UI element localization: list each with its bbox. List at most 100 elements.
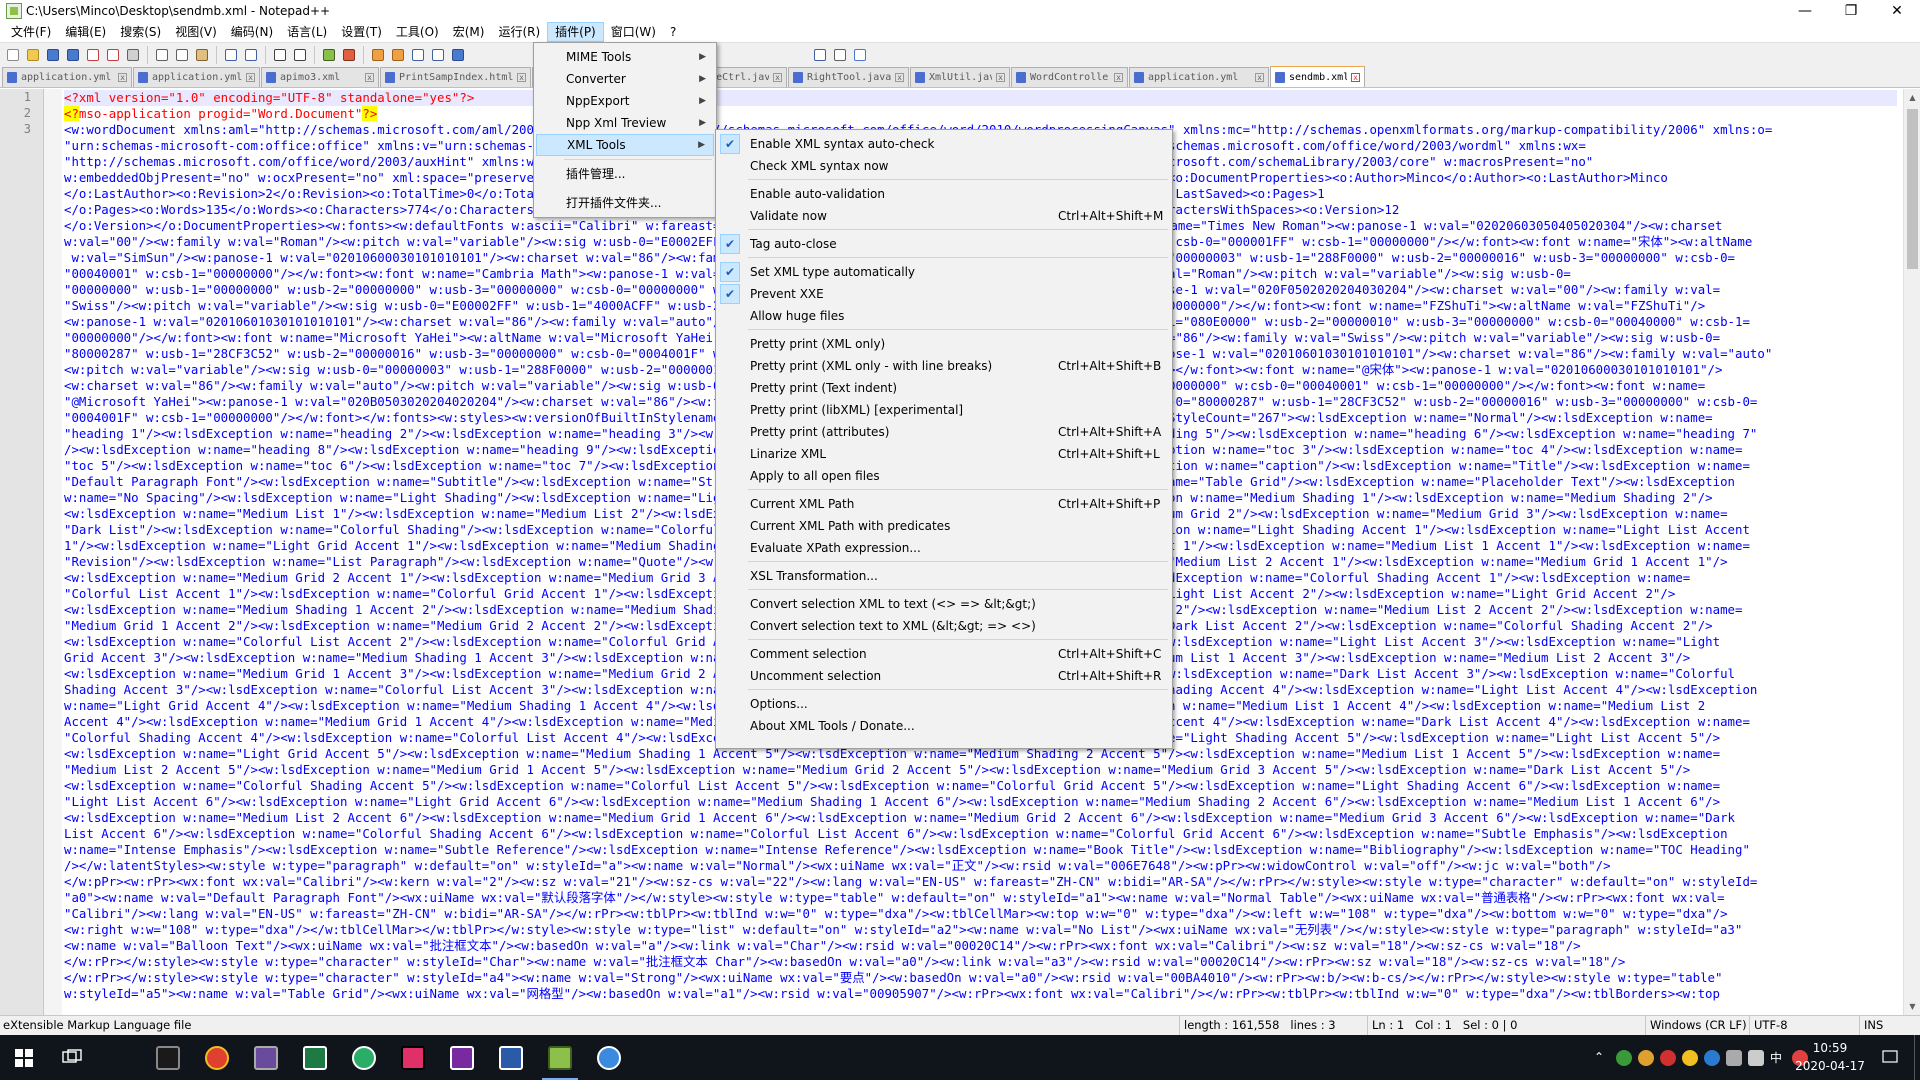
undo-icon[interactable]	[222, 46, 240, 64]
save-all-icon[interactable]	[64, 46, 82, 64]
scroll-down-icon[interactable]: ▼	[1904, 998, 1920, 1015]
redo-icon[interactable]	[242, 46, 260, 64]
show-hidden-icons-icon[interactable]: ⌃	[1594, 1050, 1610, 1066]
tab-close-icon[interactable]: x	[1351, 72, 1360, 82]
xml-menu-item[interactable]: ✔ Enable XML syntax auto-check	[718, 133, 1170, 155]
tray-alert-icon[interactable]	[1660, 1050, 1676, 1066]
print-icon[interactable]	[124, 46, 142, 64]
xml-menu-item[interactable]: Convert selection XML to text (<> => &lt…	[718, 593, 1170, 615]
xml-menu-item[interactable]: Validate now Ctrl+Alt+Shift+M	[718, 205, 1170, 227]
menu-item[interactable]: 搜索(S)	[113, 22, 168, 42]
tray-cloud-icon[interactable]	[1704, 1050, 1720, 1066]
plugins-menu-item[interactable]: MIME Tools ▶	[536, 46, 714, 68]
open-file-icon[interactable]	[24, 46, 42, 64]
plugins-menu-item[interactable]: XML Tools ▶	[536, 134, 714, 156]
tab-close-icon[interactable]: x	[1255, 73, 1264, 82]
menu-item[interactable]: ?	[663, 22, 683, 42]
taskbar-app[interactable]	[438, 1035, 486, 1080]
taskbar-app[interactable]	[291, 1035, 339, 1080]
all-chars-icon[interactable]	[429, 46, 447, 64]
plugins-menu-item[interactable]: Npp Xml Treview ▶	[536, 112, 714, 134]
xml-menu-item[interactable]: Evaluate XPath expression...	[718, 537, 1170, 559]
xml-menu-item[interactable]: Current XML Path with predicates	[718, 515, 1170, 537]
tab[interactable]: XmlUtil.java x	[910, 67, 1010, 87]
menu-item[interactable]: 编码(N)	[224, 22, 280, 42]
volume-icon[interactable]	[1748, 1050, 1764, 1066]
plugins-menu-item[interactable]: 插件管理...	[536, 163, 714, 185]
xml-menu-item[interactable]: Linarize XML Ctrl+Alt+Shift+L	[718, 443, 1170, 465]
xml-menu-item[interactable]: ✔ Tag auto-close	[718, 233, 1170, 255]
xml-menu-item[interactable]: Uncomment selection Ctrl+Alt+Shift+R	[718, 665, 1170, 687]
menu-item[interactable]: 宏(M)	[446, 22, 492, 42]
sync-h-icon[interactable]	[389, 46, 407, 64]
xml-menu-item[interactable]: Check XML syntax now	[718, 155, 1170, 177]
plugins-menu-item[interactable]: NppExport ▶	[536, 90, 714, 112]
xml-menu-item[interactable]: About XML Tools / Donate...	[718, 715, 1170, 737]
macro-save-icon[interactable]	[831, 46, 849, 64]
taskbar-app[interactable]	[487, 1035, 535, 1080]
replace-icon[interactable]	[291, 46, 309, 64]
close-button[interactable]: ✕	[1874, 0, 1920, 22]
macro-play-icon[interactable]	[811, 46, 829, 64]
tab-close-icon[interactable]: x	[246, 73, 255, 82]
zoom-out-icon[interactable]	[340, 46, 358, 64]
scrollbar-thumb[interactable]	[1907, 109, 1918, 269]
taskbar-app[interactable]	[242, 1035, 290, 1080]
xml-menu-item[interactable]: Pretty print (attributes) Ctrl+Alt+Shift+…	[718, 421, 1170, 443]
xml-menu-item[interactable]: ✔ Prevent XXE	[718, 283, 1170, 305]
taskbar-app[interactable]	[193, 1035, 241, 1080]
minimize-button[interactable]: —	[1782, 0, 1828, 22]
vertical-scrollbar[interactable]: ▲ ▼	[1903, 89, 1920, 1015]
xml-menu-item[interactable]: ✔ Set XML type automatically	[718, 261, 1170, 283]
xml-menu-item[interactable]: Apply to all open files	[718, 465, 1170, 487]
tab[interactable]: PrintSampIndex.html x	[380, 67, 531, 87]
menu-item[interactable]: 文件(F)	[4, 22, 58, 42]
tab-close-icon[interactable]: x	[1114, 73, 1123, 82]
tab-close-icon[interactable]: x	[118, 73, 127, 82]
tab[interactable]: application.yml x	[1129, 67, 1269, 87]
tab-close-icon[interactable]: x	[996, 73, 1005, 82]
taskbar-app[interactable]	[389, 1035, 437, 1080]
xml-menu-item[interactable]: Comment selection Ctrl+Alt+Shift+C	[718, 643, 1170, 665]
notification-icon[interactable]	[1882, 1049, 1898, 1065]
close-icon[interactable]	[84, 46, 102, 64]
tab[interactable]: WordController.java x	[1011, 67, 1128, 87]
xml-menu-item[interactable]: Pretty print (Text indent)	[718, 377, 1170, 399]
menu-item[interactable]: 设置(T)	[334, 22, 389, 42]
taskbar-app[interactable]	[340, 1035, 388, 1080]
doc-map-icon[interactable]	[851, 46, 869, 64]
fold-margin[interactable]	[44, 89, 62, 1015]
find-icon[interactable]	[271, 46, 289, 64]
menu-item[interactable]: 工具(O)	[389, 22, 446, 42]
save-icon[interactable]	[44, 46, 62, 64]
start-button[interactable]	[0, 1035, 48, 1080]
xml-menu-item[interactable]: Options...	[718, 693, 1170, 715]
sync-v-icon[interactable]	[369, 46, 387, 64]
ime-indicator[interactable]: 中	[1770, 1050, 1786, 1066]
taskbar-app[interactable]	[144, 1035, 192, 1080]
wrap-icon[interactable]	[409, 46, 427, 64]
cut-icon[interactable]	[153, 46, 171, 64]
menu-item[interactable]: 语言(L)	[280, 22, 334, 42]
tab-close-icon[interactable]: x	[773, 73, 782, 82]
new-file-icon[interactable]	[4, 46, 22, 64]
close-all-icon[interactable]	[104, 46, 122, 64]
indent-guide-icon[interactable]	[449, 46, 467, 64]
paste-icon[interactable]	[193, 46, 211, 64]
menu-item[interactable]: 编辑(E)	[58, 22, 113, 42]
xml-menu-item[interactable]: Enable auto-validation	[718, 183, 1170, 205]
xml-menu-item[interactable]: Pretty print (XML only)	[718, 333, 1170, 355]
copy-icon[interactable]	[173, 46, 191, 64]
tab[interactable]: application.yml x	[2, 67, 132, 87]
plugins-menu-item[interactable]: Converter ▶	[536, 68, 714, 90]
scroll-up-icon[interactable]: ▲	[1904, 89, 1920, 106]
clock[interactable]: 10:59 2020-04-17	[1790, 1039, 1870, 1075]
menu-item[interactable]: 插件(P)	[547, 22, 604, 42]
menu-item[interactable]: 运行(R)	[491, 22, 547, 42]
menu-item[interactable]: 窗口(W)	[604, 22, 663, 42]
network-icon[interactable]	[1726, 1050, 1742, 1066]
tab-close-icon[interactable]: x	[517, 73, 526, 82]
show-desktop-button[interactable]	[1914, 1035, 1920, 1080]
xml-menu-item[interactable]: XSL Transformation...	[718, 565, 1170, 587]
menu-item[interactable]: 视图(V)	[168, 22, 224, 42]
